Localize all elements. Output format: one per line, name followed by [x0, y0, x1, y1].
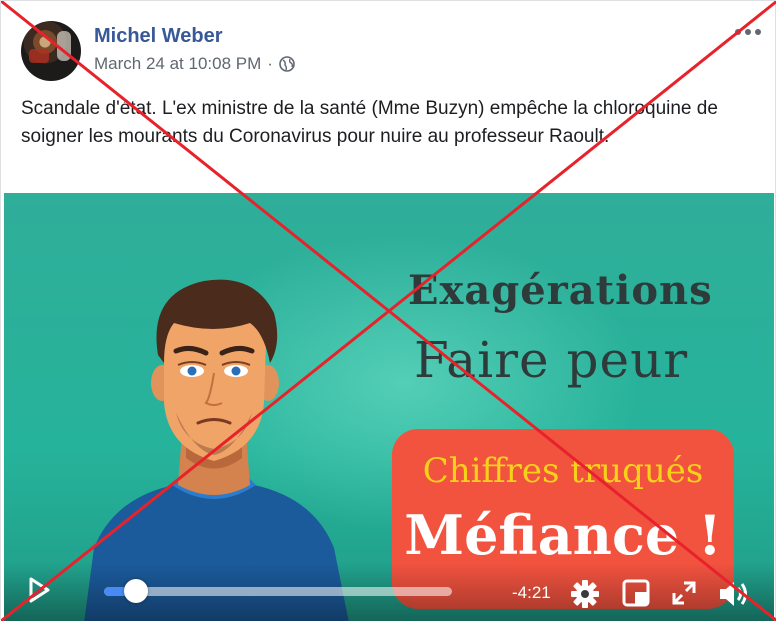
video-headline-fear: Faire peur	[414, 331, 689, 389]
more-options-icon[interactable]	[735, 29, 761, 37]
volume-icon[interactable]	[718, 579, 750, 609]
facebook-post: Michel Weber March 24 at 10:08 PM · Scan…	[0, 0, 776, 621]
progress-bar[interactable]	[104, 587, 452, 596]
time-remaining: -4:21	[512, 583, 551, 602]
avatar[interactable]	[21, 21, 81, 81]
post-meta: March 24 at 10:08 PM ·	[94, 54, 295, 74]
meta-separator: ·	[267, 54, 273, 73]
fullscreen-icon[interactable]	[670, 579, 698, 607]
post-timestamp[interactable]: March 24 at 10:08 PM	[94, 54, 261, 74]
video-controls: -4:21	[4, 563, 774, 621]
video-player[interactable]: Exagérations Faire peur Chiffres truqués…	[4, 193, 774, 621]
progress-handle[interactable]	[124, 579, 148, 603]
globe-icon	[279, 56, 295, 72]
video-headline-exaggerations: Exagérations	[408, 267, 713, 314]
pip-icon[interactable]	[622, 579, 650, 607]
video-box-line1: Chiffres truqués	[422, 451, 704, 491]
post-text: Scandale d'état. L'ex ministre de la san…	[21, 98, 718, 147]
author-name[interactable]: Michel Weber	[94, 25, 223, 48]
video-box-line2: Méfiance !	[404, 503, 722, 567]
play-icon[interactable]	[28, 577, 50, 603]
settings-icon[interactable]	[570, 579, 600, 609]
